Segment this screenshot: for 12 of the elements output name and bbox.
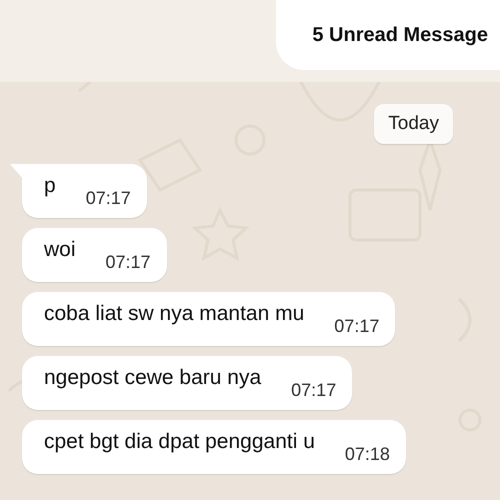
date-chip: Today (374, 104, 453, 144)
message-text: ngepost cewe baru nya (44, 366, 262, 390)
message-text: p (44, 174, 56, 198)
message-time: 07:18 (344, 444, 390, 464)
message-text: woi (44, 238, 76, 262)
message-time: 07:17 (291, 380, 336, 400)
unread-messages-banner: 5 Unread Message (276, 0, 500, 70)
message-time: 07:17 (86, 188, 131, 208)
message-text: cpet bgt dia dpat pengganti u (44, 430, 315, 454)
message-time: 07:17 (106, 252, 151, 272)
message-text: coba liat sw nya mantan mu (44, 302, 304, 326)
message-time: 07:17 (334, 316, 380, 336)
